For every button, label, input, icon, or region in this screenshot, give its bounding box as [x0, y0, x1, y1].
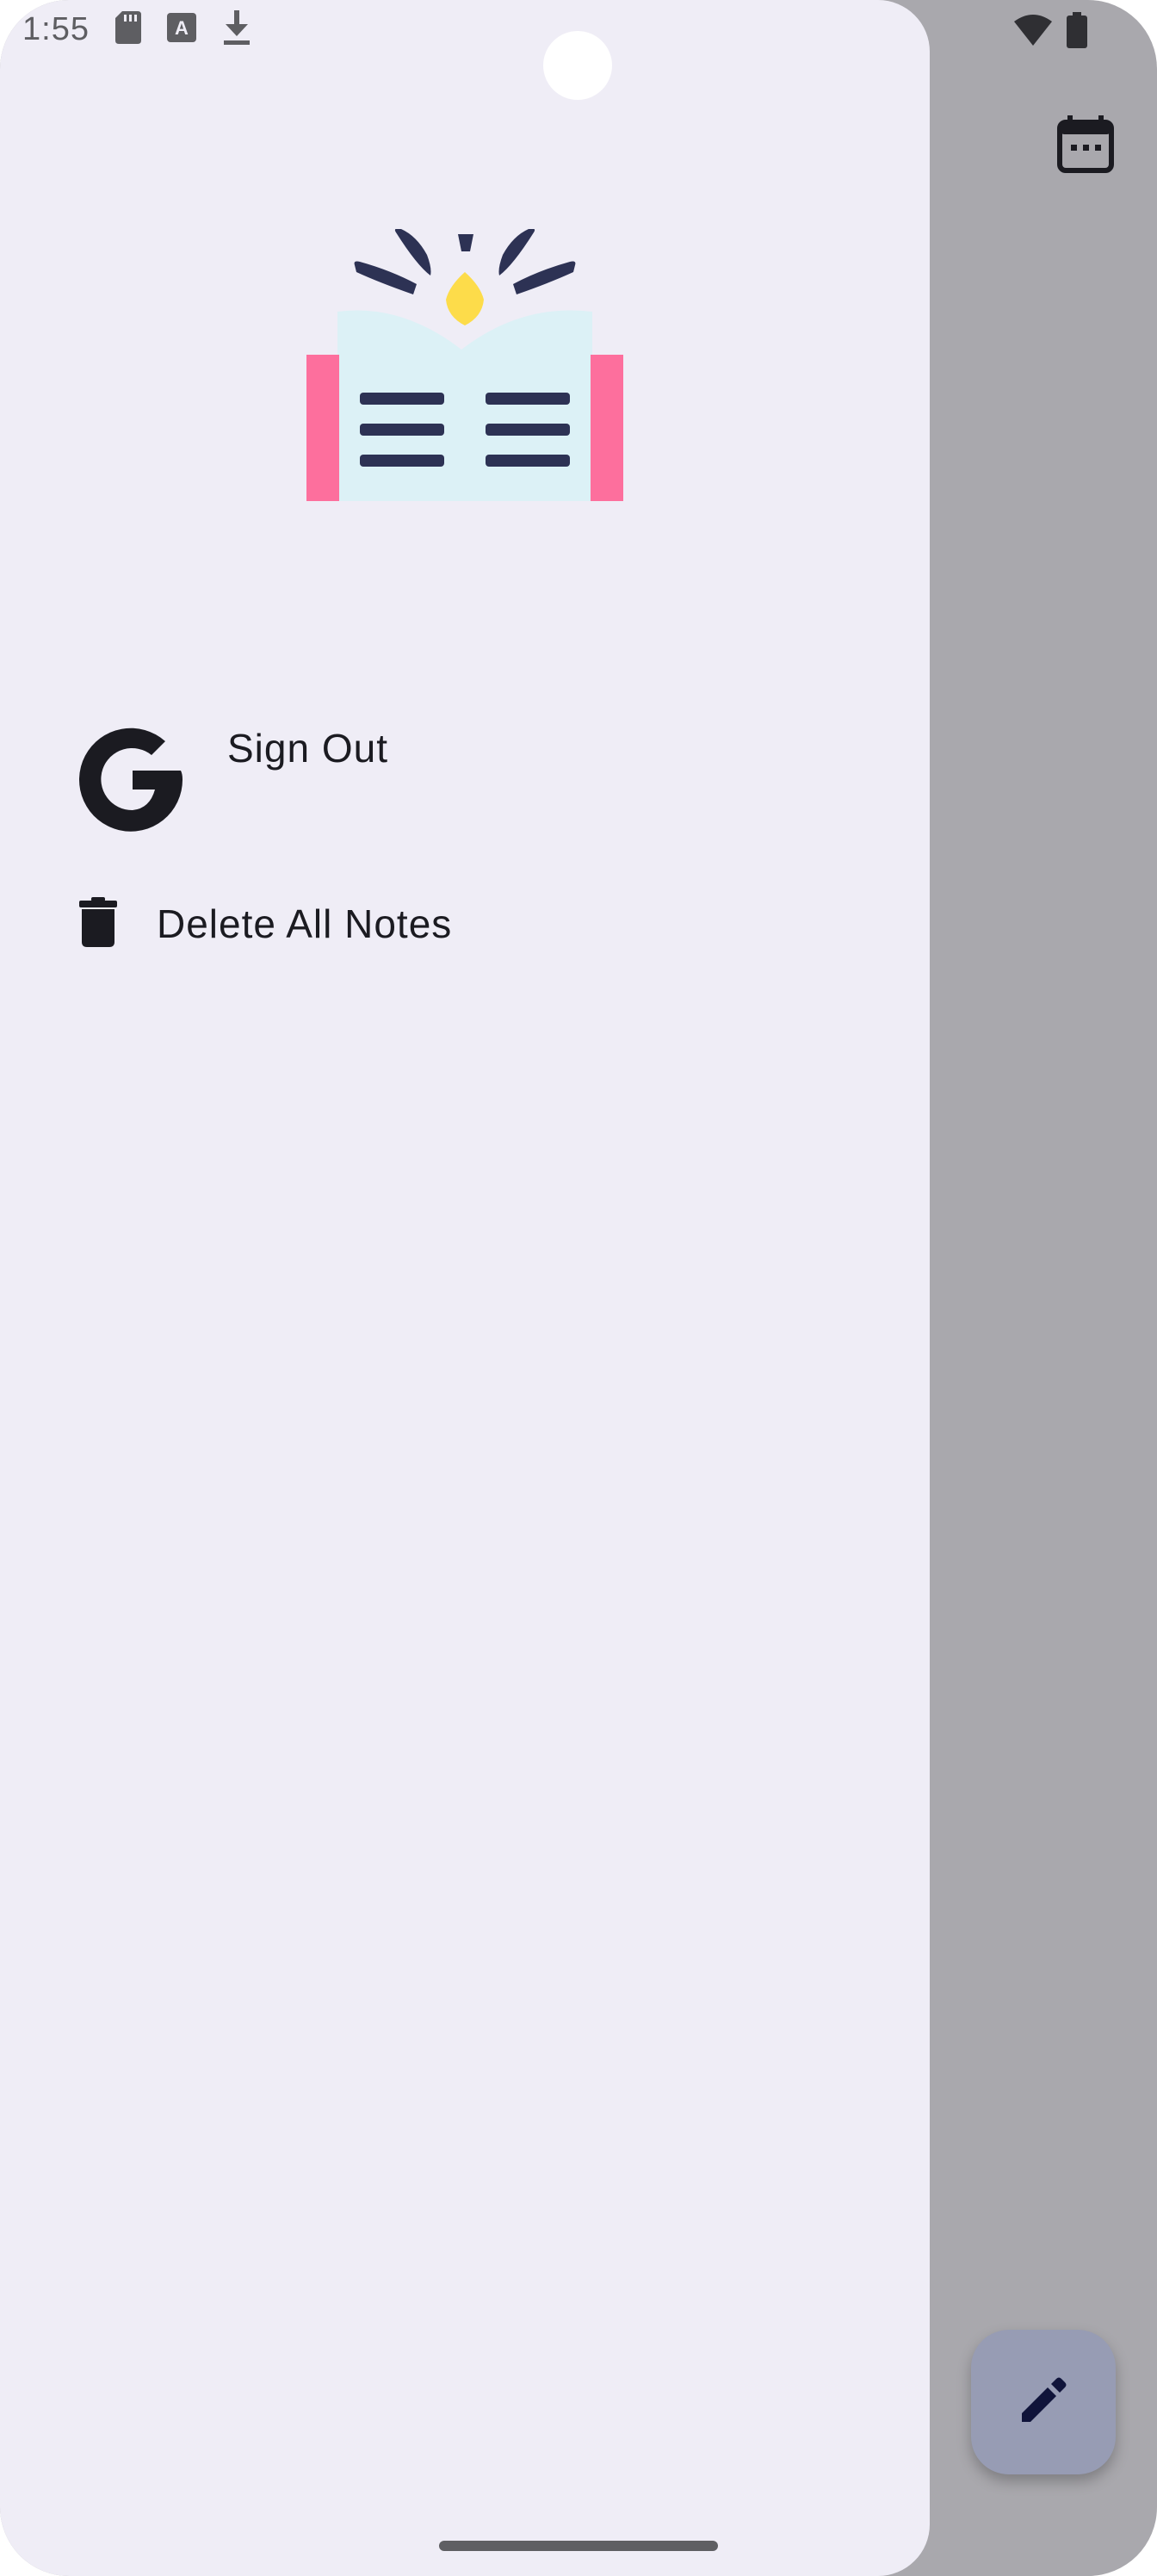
- calendar-icon[interactable]: [1055, 114, 1116, 174]
- delete-all-notes-button[interactable]: Delete All Notes: [79, 895, 452, 952]
- navigation-drawer: 1:55 A Sign Out Delete All Notes: [0, 0, 930, 2576]
- battery-icon: [1066, 12, 1088, 53]
- open-book-icon: [306, 228, 623, 501]
- camera-cutout: [543, 31, 612, 100]
- download-icon: [222, 10, 251, 49]
- sd-card-icon: [114, 11, 141, 48]
- sign-out-button[interactable]: Sign Out: [79, 725, 387, 837]
- status-time: 1:55: [22, 11, 90, 47]
- trash-icon: [79, 896, 117, 951]
- google-g-icon: [79, 726, 186, 837]
- font-download-icon: A: [166, 13, 196, 46]
- wifi-icon: [1012, 13, 1054, 52]
- new-note-fab[interactable]: [971, 2330, 1116, 2474]
- svg-text:A: A: [175, 17, 189, 39]
- status-bar-right: [1012, 12, 1088, 53]
- delete-all-notes-label: Delete All Notes: [157, 901, 453, 946]
- sign-out-label: Sign Out: [227, 726, 388, 771]
- status-bar-left: 1:55 A: [22, 10, 251, 49]
- phone-screen: 1:55 A Sign Out Delete All Notes: [0, 0, 1157, 2576]
- edit-pencil-icon: [1018, 2375, 1068, 2430]
- home-indicator[interactable]: [439, 2541, 718, 2551]
